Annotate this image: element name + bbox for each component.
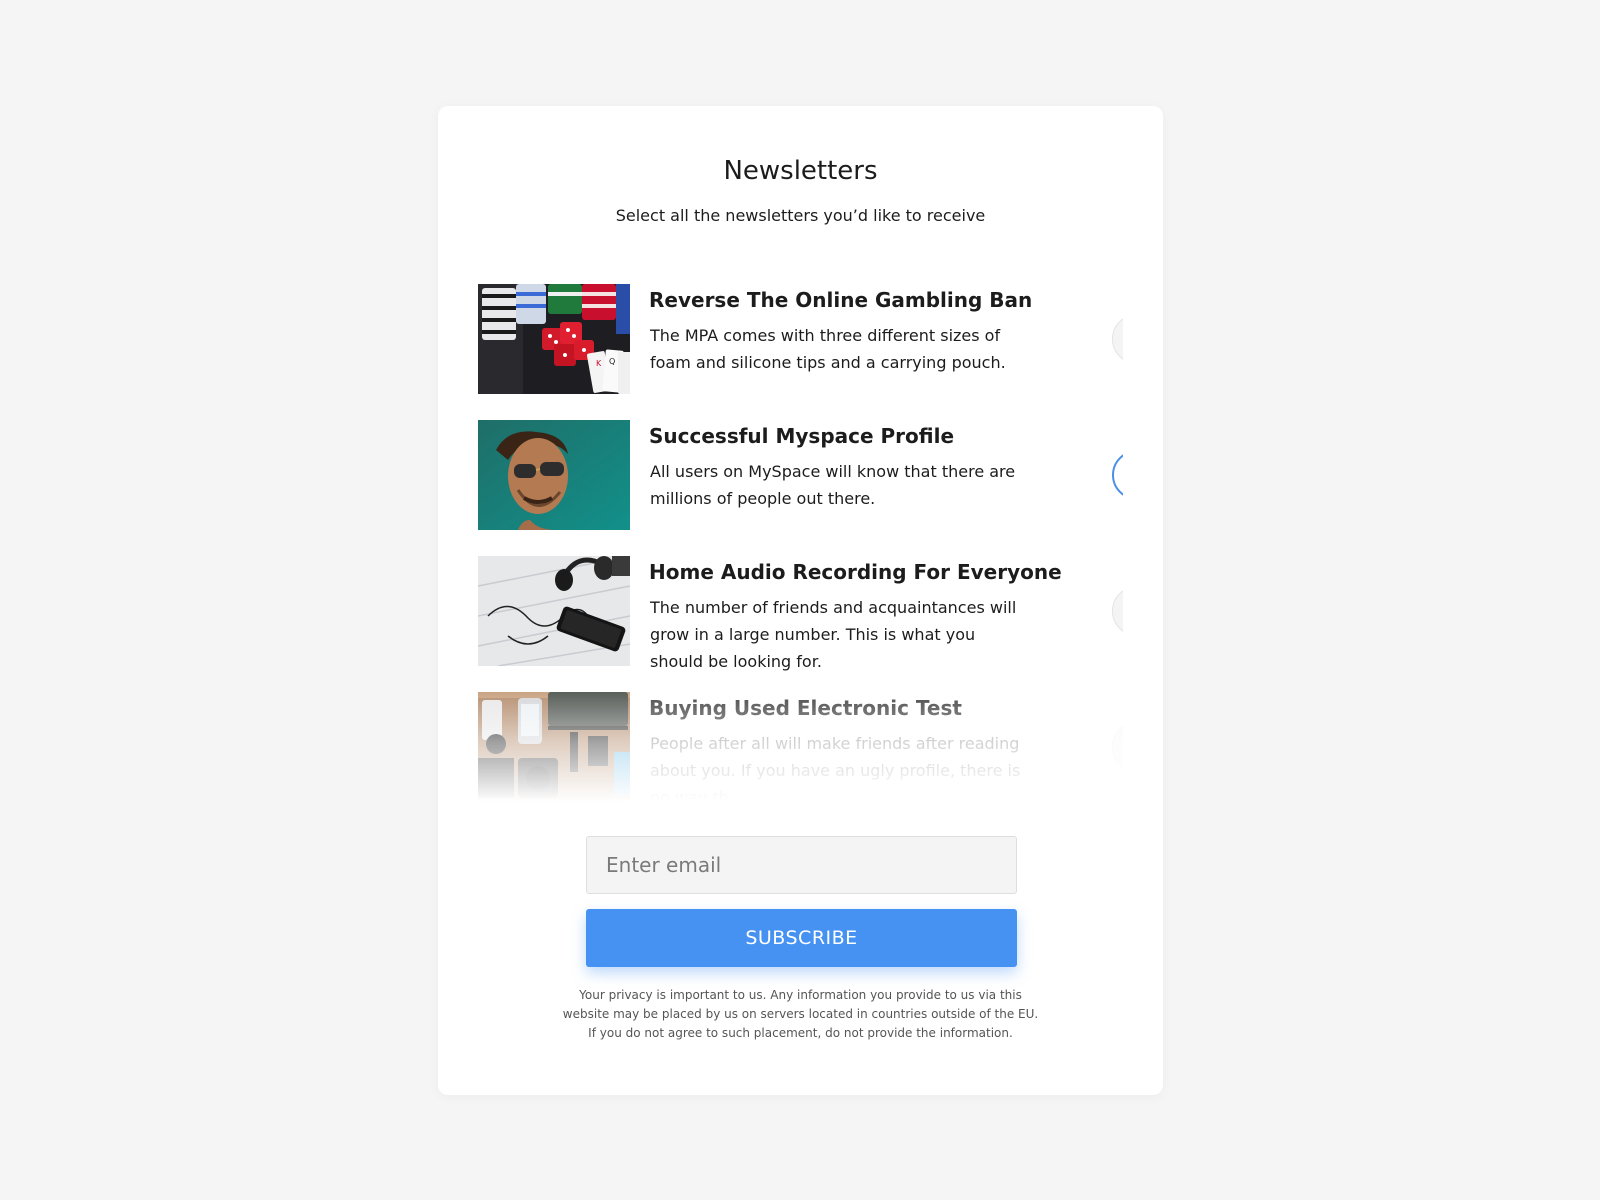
newsletter-description: The MPA comes with three different sizes… [650, 326, 1006, 372]
subscribe-button[interactable]: SUBSCRIBE [586, 909, 1017, 967]
newsletter-item[interactable]: K Q Reverse The Online Gambling Ban The … [478, 284, 1123, 394]
newsletter-description: People after all will make friends after… [650, 734, 1021, 802]
casino-chips-dice-cards-image: K Q [478, 284, 630, 394]
page-title: Newsletters [723, 156, 878, 186]
newsletter-description: The number of friends and acquaintances … [650, 598, 1017, 671]
newsletter-title: Home Audio Recording For Everyone [649, 560, 1062, 584]
svg-text:Q: Q [609, 357, 615, 366]
headphones-phone-desk-image [478, 556, 630, 666]
newsletter-checkbox[interactable] [1112, 586, 1123, 636]
newsletter-item[interactable]: Buying Used Electronic Test People after… [478, 692, 1123, 802]
newsletter-item[interactable]: Successful Myspace Profile All users on … [478, 420, 1123, 530]
email-input[interactable] [586, 836, 1017, 894]
newsletter-title: Successful Myspace Profile [649, 424, 955, 448]
electronics-flatlay-image [478, 692, 630, 802]
svg-text:K: K [596, 359, 602, 368]
privacy-line: If you do not agree to such placement, d… [588, 1026, 1013, 1040]
newsletter-checkbox[interactable] [1112, 450, 1123, 500]
newsletter-title: Reverse The Online Gambling Ban [649, 288, 1033, 312]
privacy-notice: Your privacy is important to us. Any inf… [538, 986, 1063, 1043]
privacy-line: website may be placed by us on servers l… [562, 1007, 1039, 1021]
newsletter-list[interactable]: K Q Reverse The Online Gambling Ban The … [478, 284, 1123, 802]
newsletter-description: All users on MySpace will know that ther… [650, 462, 1016, 508]
newsletter-title: Buying Used Electronic Test [649, 696, 962, 720]
newsletter-checkbox[interactable] [1112, 722, 1123, 772]
man-sunglasses-portrait-image [478, 420, 630, 530]
privacy-line: Your privacy is important to us. Any inf… [579, 988, 1022, 1002]
newsletter-card: Newsletters Select all the newsletters y… [438, 106, 1163, 1095]
newsletter-item[interactable]: Home Audio Recording For Everyone The nu… [478, 556, 1123, 671]
newsletter-checkbox[interactable] [1112, 314, 1123, 364]
page-subtitle: Select all the newsletters you’d like to… [615, 206, 986, 225]
